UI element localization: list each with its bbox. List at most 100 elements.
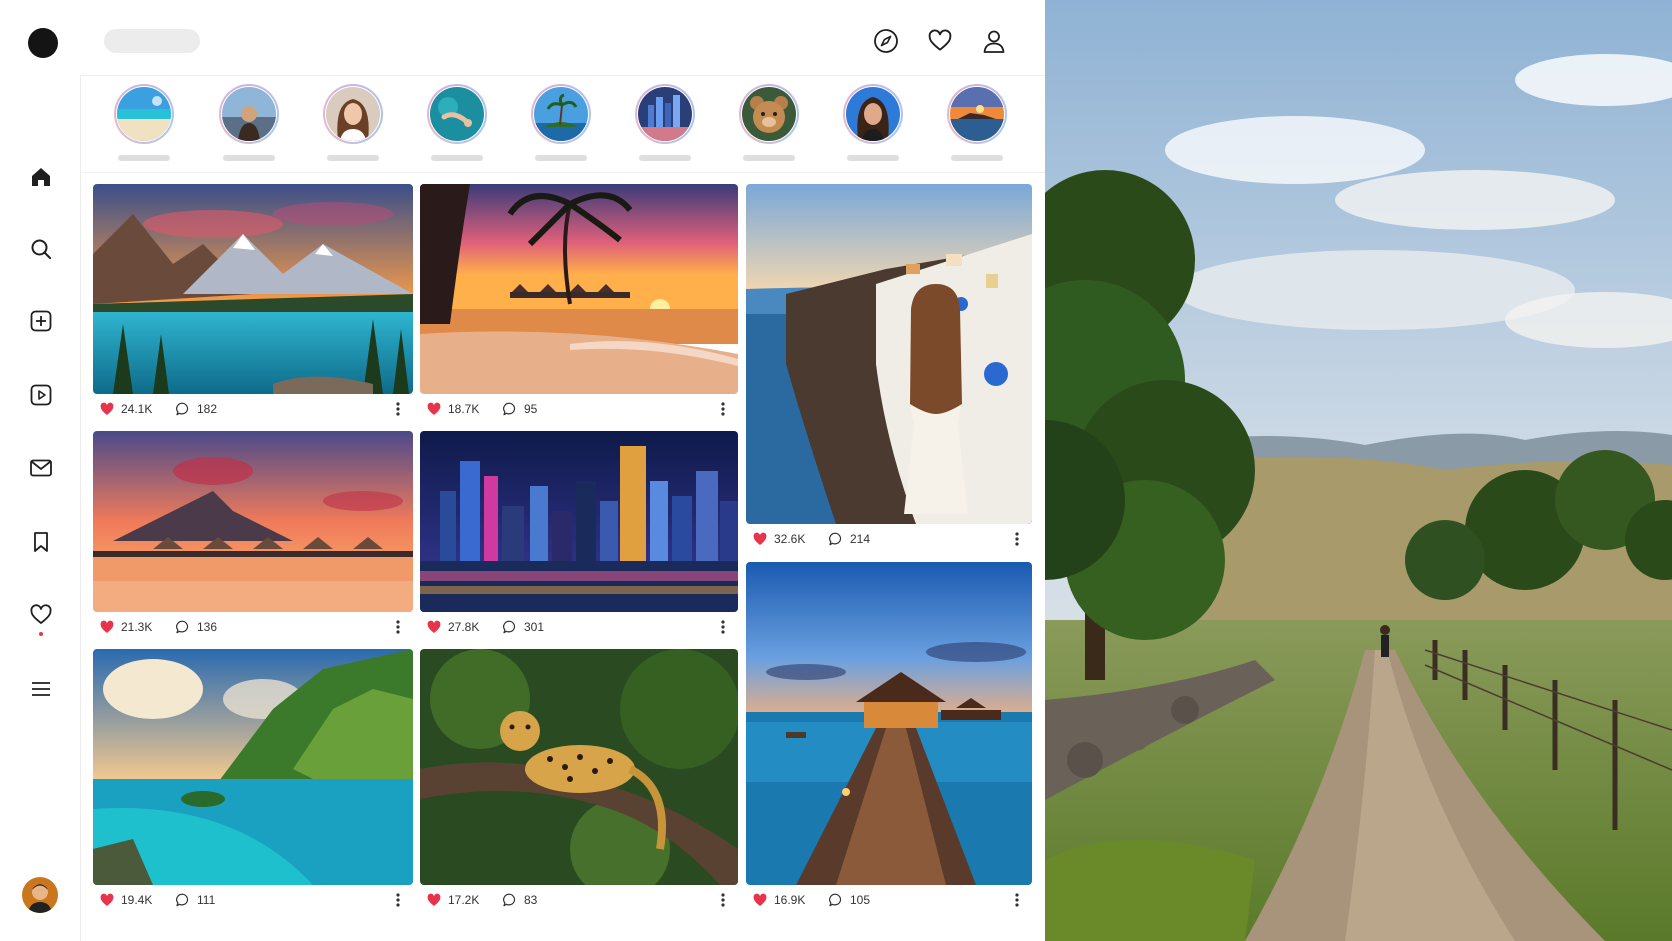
post-meta: 21.3K 136 — [93, 614, 413, 640]
comment-bubble-icon[interactable] — [502, 619, 518, 635]
like-heart-icon[interactable] — [426, 401, 442, 417]
post-card[interactable]: 19.4K 111 — [93, 649, 413, 915]
story-palm-island[interactable] — [528, 84, 594, 168]
comment-bubble-icon[interactable] — [175, 619, 191, 635]
more-options-icon[interactable] — [716, 619, 730, 635]
post-card[interactable]: 16.9K 105 — [746, 562, 1032, 915]
post-meta: 19.4K 111 — [93, 887, 413, 913]
comment-count[interactable]: 95 — [524, 402, 537, 416]
explore-compass-icon[interactable] — [868, 23, 904, 59]
more-options-icon[interactable] — [1010, 531, 1024, 547]
post-meta: 24.1K 182 — [93, 396, 413, 422]
post-meta: 17.2K 83 — [420, 887, 738, 913]
like-heart-icon[interactable] — [426, 892, 442, 908]
like-heart-icon[interactable] — [99, 401, 115, 417]
search-icon[interactable] — [20, 228, 62, 270]
comment-count[interactable]: 301 — [524, 620, 544, 634]
like-heart-icon[interactable] — [99, 892, 115, 908]
story-username-placeholder — [951, 155, 1003, 161]
comment-bubble-icon[interactable] — [175, 892, 191, 908]
comment-bubble-icon[interactable] — [828, 892, 844, 908]
comment-count[interactable]: 105 — [850, 893, 870, 907]
messages-icon[interactable] — [20, 447, 62, 489]
story-woman-portrait[interactable] — [320, 84, 386, 168]
like-count[interactable]: 27.8K — [448, 620, 494, 634]
post-card[interactable]: 21.3K 136 — [93, 431, 413, 643]
post-image-overwater-bungalows-sunset[interactable] — [93, 431, 413, 612]
post-card[interactable]: 24.1K 182 — [93, 184, 413, 424]
post-card[interactable]: 27.8K 301 — [420, 431, 738, 643]
profile-avatar[interactable] — [22, 877, 58, 913]
like-heart-icon[interactable] — [752, 531, 768, 547]
like-count[interactable]: 21.3K — [121, 620, 167, 634]
like-heart-icon[interactable] — [752, 892, 768, 908]
post-card[interactable]: 32.6K 214 — [746, 184, 1032, 554]
story-city-skyline[interactable] — [632, 84, 698, 168]
stories-row — [80, 76, 1045, 173]
like-count[interactable]: 19.4K — [121, 893, 167, 907]
profile-user-icon[interactable] — [976, 23, 1012, 59]
post-meta: 16.9K 105 — [746, 887, 1032, 913]
comment-count[interactable]: 111 — [197, 893, 215, 907]
more-options-icon[interactable] — [391, 401, 405, 417]
like-heart-icon[interactable] — [426, 619, 442, 635]
home-icon[interactable] — [20, 156, 62, 198]
post-image-leopard-on-branch[interactable] — [420, 649, 738, 885]
post-image-mountain-lake[interactable] — [93, 184, 413, 394]
comment-count[interactable]: 136 — [197, 620, 217, 634]
more-options-icon[interactable] — [1010, 892, 1024, 908]
comment-count[interactable]: 214 — [850, 532, 870, 546]
saved-bookmark-icon[interactable] — [20, 521, 62, 563]
comment-bubble-icon[interactable] — [502, 401, 518, 417]
story-swimmer[interactable] — [424, 84, 490, 168]
sidebar — [0, 0, 81, 941]
story-username-placeholder — [535, 155, 587, 161]
story-username-placeholder — [639, 155, 691, 161]
post-card[interactable]: 18.7K 95 — [420, 184, 738, 424]
like-count[interactable]: 17.2K — [448, 893, 494, 907]
notification-dot — [39, 632, 43, 636]
more-options-icon[interactable] — [716, 892, 730, 908]
post-meta: 32.6K 214 — [746, 526, 1032, 552]
story-sunset-harbor[interactable] — [944, 84, 1010, 168]
photo-feed-app: 24.1K 182 18.7K 95 32.6K 214 21.3K 136 2… — [0, 0, 1045, 941]
story-username-placeholder — [327, 155, 379, 161]
story-username-placeholder — [431, 155, 483, 161]
like-count[interactable]: 18.7K — [448, 402, 494, 416]
story-username-placeholder — [743, 155, 795, 161]
story-woman-portrait-2[interactable] — [840, 84, 906, 168]
notifications-heart-icon[interactable] — [20, 594, 62, 636]
comment-bubble-icon[interactable] — [502, 892, 518, 908]
like-count[interactable]: 24.1K — [121, 402, 167, 416]
app-logo[interactable] — [28, 28, 58, 58]
reels-icon[interactable] — [20, 374, 62, 416]
create-post-icon[interactable] — [20, 300, 62, 342]
comment-count[interactable]: 182 — [197, 402, 217, 416]
like-heart-icon[interactable] — [99, 619, 115, 635]
story-username-placeholder — [118, 155, 170, 161]
comment-bubble-icon[interactable] — [828, 531, 844, 547]
post-image-city-skyline-night[interactable] — [420, 431, 738, 612]
comment-bubble-icon[interactable] — [175, 401, 191, 417]
activity-heart-icon[interactable] — [922, 23, 958, 59]
comment-count[interactable]: 83 — [524, 893, 537, 907]
menu-icon[interactable] — [20, 668, 62, 710]
post-image-tropical-coast-cliffs[interactable] — [93, 649, 413, 885]
more-options-icon[interactable] — [391, 619, 405, 635]
story-teddy-bear[interactable] — [736, 84, 802, 168]
search-bar-placeholder[interactable] — [104, 29, 200, 53]
story-username-placeholder — [847, 155, 899, 161]
post-image-pier-bungalow-dusk[interactable] — [746, 562, 1032, 885]
like-count[interactable]: 32.6K — [774, 532, 820, 546]
more-options-icon[interactable] — [716, 401, 730, 417]
story-beach[interactable] — [111, 84, 177, 168]
post-image-tropical-beach-sunset[interactable] — [420, 184, 738, 394]
post-meta: 18.7K 95 — [420, 396, 738, 422]
story-woman-coast[interactable] — [216, 84, 282, 168]
like-count[interactable]: 16.9K — [774, 893, 820, 907]
more-options-icon[interactable] — [391, 892, 405, 908]
top-bar — [80, 0, 1045, 76]
post-meta: 27.8K 301 — [420, 614, 738, 640]
post-image-santorini-woman[interactable] — [746, 184, 1032, 524]
post-card[interactable]: 17.2K 83 — [420, 649, 738, 915]
